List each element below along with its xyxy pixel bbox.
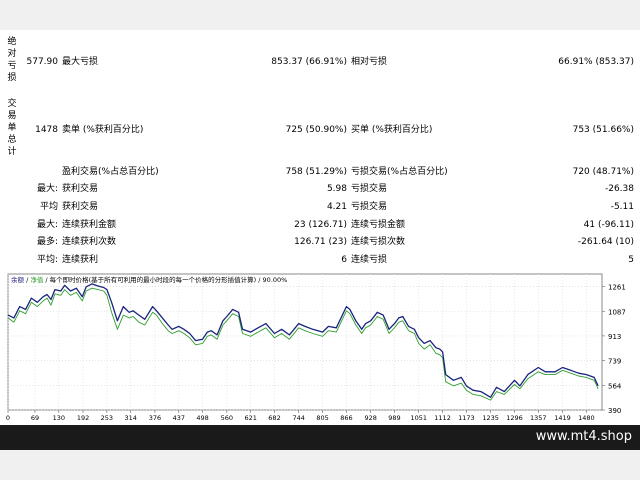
row-right-value: -26.38 xyxy=(604,184,634,194)
row-right-value: 720 (48.71%) xyxy=(572,167,634,177)
max-drawdown-value: 853.37 (66.91%) xyxy=(271,57,347,67)
x-tick-label: 744 xyxy=(293,414,305,422)
x-tick-label: 192 xyxy=(77,414,89,422)
bottom-margin xyxy=(0,450,640,480)
row-prefix: 平均 xyxy=(39,202,58,212)
row-prefix: 最大: xyxy=(36,184,58,194)
x-tick-label: 805 xyxy=(316,414,328,422)
legend-balance: 余额 xyxy=(11,275,25,284)
row-left-value: 23 (126.71) xyxy=(294,220,347,230)
sell-label: 卖单 (%获利百分比) xyxy=(62,125,144,135)
top-margin xyxy=(0,0,640,30)
row-right-label: 亏损交易 xyxy=(351,202,388,212)
x-tick-label: 682 xyxy=(268,414,280,422)
row-right-label: 亏损交易(%占总百分比) xyxy=(351,167,448,177)
x-tick-label: 1173 xyxy=(458,414,475,422)
row-prefix: 最多: xyxy=(36,237,58,247)
row-right-label: 亏损交易 xyxy=(351,184,388,194)
x-tick-label: 1296 xyxy=(506,414,523,422)
row-right-value: -261.64 (10) xyxy=(577,237,634,247)
row-left-value: 126.71 (23) xyxy=(294,237,347,247)
x-tick-label: 1112 xyxy=(434,414,451,422)
row-right-value: 5 xyxy=(628,255,634,265)
legend-description: / 每个即时价格(基于所有可利用的最小时段的每一个价格的分形插值计算) / 90… xyxy=(43,275,287,284)
x-tick-label: 1480 xyxy=(578,414,595,422)
x-tick-label: 437 xyxy=(173,414,185,422)
row-left-value: 6 xyxy=(341,255,347,265)
abs-drawdown-value: 577.90 xyxy=(26,57,59,67)
total-trades-value: 1478 xyxy=(35,125,58,135)
abs-drawdown-side-label: 绝对亏损 xyxy=(7,37,17,83)
y-axis-ticks: 1261 1087 913 739 564 390 xyxy=(602,284,626,415)
row-right-label: 连续亏损次数 xyxy=(351,237,406,247)
x-tick-label: 0 xyxy=(6,414,10,422)
y-tick-label: 913 xyxy=(608,333,621,341)
buy-value: 753 (51.66%) xyxy=(572,125,634,135)
legend-equity: 净值 xyxy=(30,275,44,284)
y-tick-label: 564 xyxy=(608,382,622,390)
chart-legend: 余额 / 净值 / 每个即时价格(基于所有可利用的最小时段的每一个价格的分形插值… xyxy=(11,275,287,284)
y-tick-label: 739 xyxy=(608,358,621,366)
x-tick-label: 253 xyxy=(101,414,113,422)
row-right-label: 连续亏损 xyxy=(351,255,388,265)
x-tick-label: 498 xyxy=(196,414,208,422)
row-left-label: 连续获利次数 xyxy=(62,237,117,247)
y-tick-label: 390 xyxy=(608,407,621,415)
x-tick-label: 928 xyxy=(364,414,376,422)
row-left-label: 获利交易 xyxy=(62,202,99,212)
rel-drawdown-label: 相对亏损 xyxy=(351,57,388,67)
row-prefix: 平均: xyxy=(36,255,58,265)
x-tick-label: 69 xyxy=(31,414,39,422)
x-tick-label: 621 xyxy=(244,414,256,422)
x-tick-label: 1357 xyxy=(530,414,547,422)
x-tick-label: 989 xyxy=(388,414,400,422)
x-tick-label: 1051 xyxy=(410,414,427,422)
row-left-value: 758 (51.29%) xyxy=(285,167,347,177)
max-drawdown-label: 最大亏损 xyxy=(62,57,99,67)
x-tick-label: 1419 xyxy=(554,414,571,422)
x-tick-label: 866 xyxy=(340,414,352,422)
x-tick-label: 376 xyxy=(149,414,161,422)
row-right-label: 连续亏损金额 xyxy=(351,220,406,230)
row-left-label: 盈利交易(%占总百分比) xyxy=(62,167,159,177)
x-tick-label: 130 xyxy=(53,414,65,422)
rel-drawdown-value: 66.91% (853.37) xyxy=(558,57,634,67)
buy-label: 买单 (%获利百分比) xyxy=(351,125,433,135)
x-tick-label: 1235 xyxy=(482,414,499,422)
row-left-label: 连续获利 xyxy=(62,255,99,265)
x-tick-label: 314 xyxy=(124,414,136,422)
x-tick-label: 560 xyxy=(221,414,233,422)
x-axis-ticks: 0 69 130 192 253 314 376 437 498 560 621 682 744 805 8… xyxy=(6,410,595,422)
watermark-bar: www.mt4.shop xyxy=(0,425,640,450)
row-left-label: 获利交易 xyxy=(62,184,99,194)
y-tick-label: 1261 xyxy=(608,284,626,292)
trades-side-label: 交易单总计 xyxy=(7,99,17,157)
row-right-value: 41 (-96.11) xyxy=(583,220,634,230)
sell-value: 725 (50.90%) xyxy=(285,125,347,135)
row-prefix: 最大: xyxy=(36,220,58,230)
row-right-value: -5.11 xyxy=(610,202,634,212)
y-tick-label: 1087 xyxy=(608,308,626,316)
balance-chart: 1261 1087 913 739 564 390 0 69 130 192 253 314 376 4… xyxy=(0,270,640,425)
report-summary: 绝对亏损 577.90 最大亏损 853.37 (66.91%) 相对亏损 66… xyxy=(0,30,640,270)
plot-frame xyxy=(7,273,603,411)
balance-chart-svg: 1261 1087 913 739 564 390 0 69 130 192 253 314 376 4… xyxy=(6,273,626,422)
row-left-value: 4.21 xyxy=(326,202,347,212)
row-left-label: 连续获利金额 xyxy=(62,220,117,230)
site-watermark: www.mt4.shop xyxy=(535,429,632,444)
row-left-value: 5.98 xyxy=(326,184,347,194)
